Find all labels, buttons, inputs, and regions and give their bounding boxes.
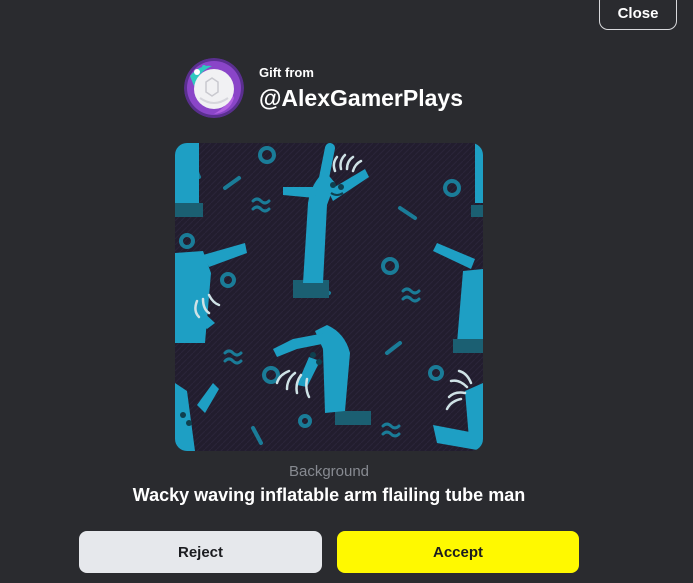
item-name: Wacky waving inflatable arm flailing tub…	[132, 485, 526, 505]
sender-username: @AlexGamerPlays	[259, 85, 463, 111]
tube-man-pattern-image	[175, 143, 483, 451]
avatar	[184, 58, 244, 118]
reject-button[interactable]: Reject	[79, 531, 322, 573]
gift-from-label: Gift from	[259, 65, 314, 80]
gift-dialog: Close Gift from @AlexGamerPlays Backgrou…	[0, 0, 693, 583]
gift-sender: Gift from @AlexGamerPlays	[184, 58, 463, 118]
accept-button[interactable]: Accept	[337, 531, 579, 573]
close-button[interactable]: Close	[599, 0, 677, 30]
item-type-label: Background	[288, 463, 370, 480]
